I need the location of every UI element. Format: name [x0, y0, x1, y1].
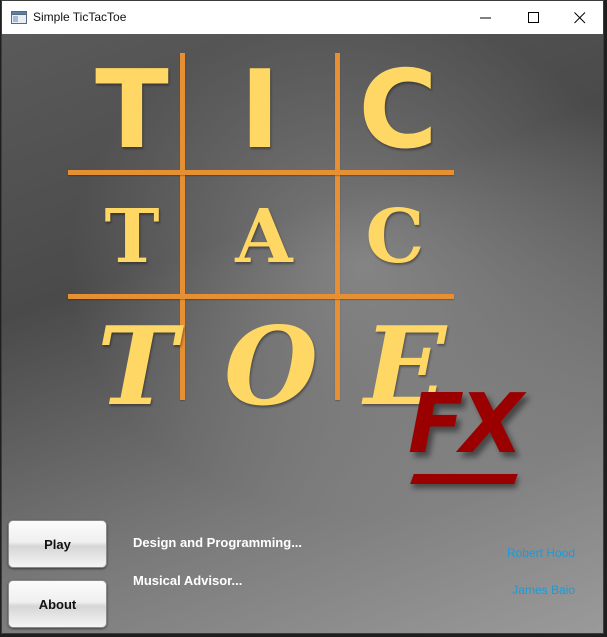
credit-name-link[interactable]: Robert Hood — [507, 546, 575, 560]
fx-badge: FX — [408, 377, 523, 472]
about-button[interactable]: About — [8, 580, 107, 628]
app-window: Simple TicTacToe T I C T A C T O E FX Pl… — [1, 0, 604, 634]
grid-line-vertical-2 — [335, 53, 340, 400]
minimize-icon — [480, 17, 491, 19]
logo-letter-c: C — [358, 48, 438, 173]
fx-badge-underline — [410, 474, 518, 484]
logo-letter-i: I — [239, 48, 281, 173]
logo-letter-t: T — [104, 194, 160, 280]
app-window-icon — [11, 11, 27, 24]
title-bar[interactable]: Simple TicTacToe — [2, 1, 603, 34]
main-panel: T I C T A C T O E FX Play About Design a… — [2, 34, 603, 633]
grid-line-vertical-1 — [180, 53, 185, 400]
credit-name-link[interactable]: James Baio — [512, 583, 575, 597]
logo-letter-o: O — [224, 304, 319, 430]
logo-letter-a: A — [235, 194, 293, 280]
logo-letter-c: C — [365, 194, 425, 280]
maximize-button[interactable] — [511, 1, 557, 34]
close-icon — [574, 12, 586, 24]
window-title: Simple TicTacToe — [33, 10, 127, 24]
close-button[interactable] — [557, 1, 603, 34]
credit-role-music: Musical Advisor... — [133, 573, 243, 588]
minimize-button[interactable] — [463, 1, 509, 34]
grid-line-horizontal-2 — [68, 294, 454, 299]
logo-letter-t: T — [95, 48, 169, 173]
maximize-icon — [528, 12, 539, 23]
credit-role-design: Design and Programming... — [133, 535, 303, 550]
logo-letter-t: T — [97, 304, 178, 430]
play-button[interactable]: Play — [8, 520, 107, 568]
